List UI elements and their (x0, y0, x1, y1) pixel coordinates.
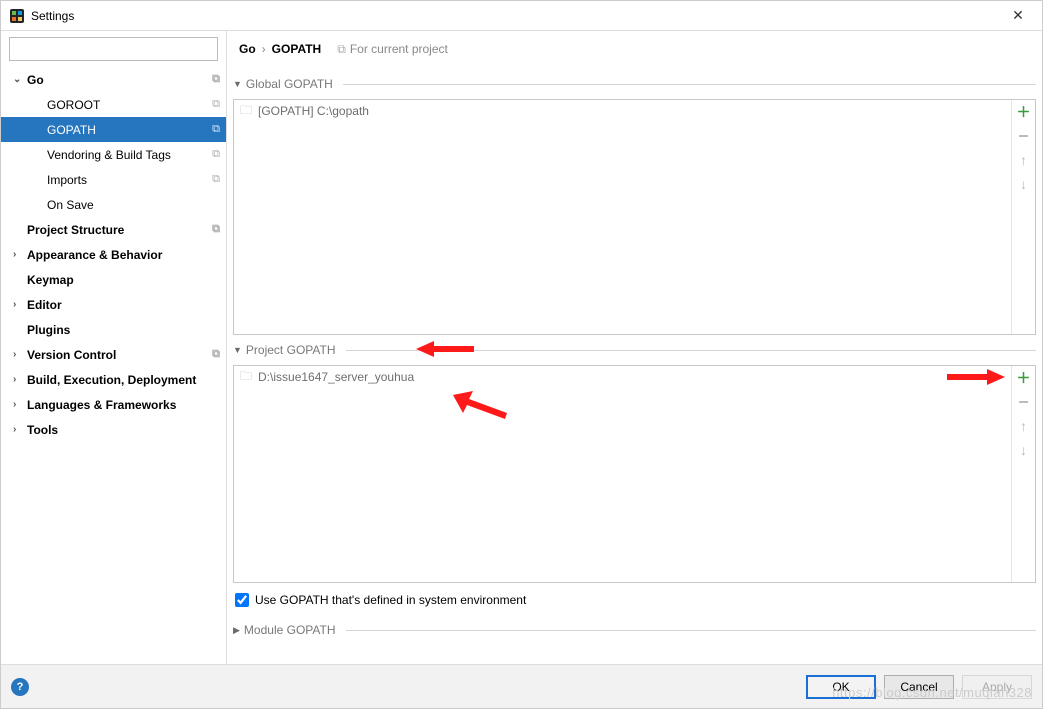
chevron-right-icon: › (13, 374, 25, 385)
copy-icon: ⧉ (212, 148, 220, 161)
window-title: Settings (31, 9, 1002, 23)
tree-item-editor[interactable]: ›Editor (1, 292, 226, 317)
chevron-right-icon: › (13, 249, 25, 260)
section-title: Project GOPATH (246, 343, 336, 357)
tree-label: Vendoring & Build Tags (47, 148, 171, 162)
use-env-gopath-checkbox[interactable] (235, 593, 249, 607)
path-entry[interactable]: 🗀 D:\issue1647_server_youhua (234, 366, 1011, 388)
tree-item-tools[interactable]: ›Tools (1, 417, 226, 442)
chevron-right-icon: › (13, 399, 25, 410)
cancel-button[interactable]: Cancel (884, 675, 954, 699)
scope-label: ⧉ For current project (337, 42, 448, 57)
breadcrumb-seg: Go (239, 42, 256, 56)
path-entry[interactable]: 🗀 [GOPATH] C:\gopath (234, 100, 1011, 122)
close-button[interactable]: ✕ (1002, 7, 1034, 24)
settings-sidebar: 🔍 ⌄Go⧉ GOROOT⧉ GOPATH⧉ Vendoring & Build… (1, 31, 227, 664)
chevron-right-icon: › (13, 424, 25, 435)
tree-item-imports[interactable]: Imports ⧉ (1, 167, 226, 192)
tree-label: Editor (27, 298, 62, 312)
tree-label: Keymap (27, 273, 74, 287)
copy-icon: ⧉ (212, 223, 220, 236)
move-up-button[interactable]: ↑ (1012, 148, 1036, 172)
tree-item-keymap[interactable]: Keymap (1, 267, 226, 292)
tree-label: Appearance & Behavior (27, 248, 162, 262)
path-text: D:\issue1647_server_youhua (258, 370, 414, 384)
path-text: [GOPATH] C:\gopath (258, 104, 369, 118)
folder-icon: 🗀 (240, 101, 252, 122)
add-button[interactable]: ＋ (1012, 100, 1036, 124)
tree-item-project-structure[interactable]: Project Structure ⧉ (1, 217, 226, 242)
use-env-gopath-row[interactable]: Use GOPATH that's defined in system envi… (233, 585, 1036, 615)
settings-tree: ⌄Go ⧉ GOROOT ⧉ GOPATH ⧉ Vendoring & Build T… (1, 67, 226, 664)
triangle-right-icon: ▶ (233, 625, 240, 636)
tree-label: Build, Execution, Deployment (27, 373, 196, 387)
tree-item-appearance[interactable]: ›Appearance & Behavior (1, 242, 226, 267)
tree-item-build[interactable]: ›Build, Execution, Deployment (1, 367, 226, 392)
project-gopath-list: 🗀 D:\issue1647_server_youhua ＋ − ↑ ↓ (233, 365, 1036, 583)
tree-label: Version Control (27, 348, 116, 362)
copy-icon: ⧉ (337, 42, 346, 57)
global-gopath-list: 🗀 [GOPATH] C:\gopath ＋ − ↑ ↓ (233, 99, 1036, 335)
global-side-buttons: ＋ − ↑ ↓ (1011, 100, 1035, 334)
section-global-gopath[interactable]: ▼ Global GOPATH (233, 75, 1036, 93)
search-input[interactable] (9, 37, 218, 61)
tree-item-version-control[interactable]: ›Version Control ⧉ (1, 342, 226, 367)
section-title: Global GOPATH (246, 77, 333, 91)
triangle-down-icon: ▼ (233, 345, 242, 355)
remove-button[interactable]: − (1012, 124, 1036, 148)
tree-item-go[interactable]: ⌄Go ⧉ (1, 67, 226, 92)
tree-item-gopath[interactable]: GOPATH ⧉ (1, 117, 226, 142)
scope-text: For current project (350, 42, 448, 56)
divider (346, 630, 1036, 631)
checkbox-label: Use GOPATH that's defined in system envi… (255, 593, 526, 607)
tree-label: Go (27, 73, 44, 87)
dialog-footer: ? OK Cancel Apply (1, 664, 1042, 708)
copy-icon: ⧉ (212, 73, 220, 86)
move-down-button[interactable]: ↓ (1012, 172, 1036, 196)
tree-label: GOROOT (47, 98, 100, 112)
help-button[interactable]: ? (11, 678, 29, 696)
tree-label: Imports (47, 173, 87, 187)
move-up-button[interactable]: ↑ (1012, 414, 1036, 438)
breadcrumb-seg: GOPATH (272, 42, 322, 56)
add-button[interactable]: ＋ (1012, 366, 1036, 390)
tree-label: Languages & Frameworks (27, 398, 176, 412)
tree-label: On Save (47, 198, 94, 212)
triangle-down-icon: ▼ (233, 79, 242, 89)
move-down-button[interactable]: ↓ (1012, 438, 1036, 462)
tree-label: Project Structure (27, 223, 124, 237)
chevron-right-icon: › (13, 349, 25, 360)
folder-icon: 🗀 (240, 367, 252, 388)
project-side-buttons: ＋ − ↑ ↓ (1011, 366, 1035, 582)
app-icon (9, 8, 25, 24)
section-project-gopath[interactable]: ▼ Project GOPATH (233, 341, 1036, 359)
divider (346, 350, 1037, 351)
section-module-gopath[interactable]: ▶ Module GOPATH (233, 621, 1036, 639)
tree-item-onsave[interactable]: On Save (1, 192, 226, 217)
remove-button[interactable]: − (1012, 390, 1036, 414)
copy-icon: ⧉ (212, 173, 220, 186)
chevron-right-icon: › (13, 299, 25, 310)
apply-button: Apply (962, 675, 1032, 699)
tree-item-plugins[interactable]: Plugins (1, 317, 226, 342)
section-title: Module GOPATH (244, 623, 336, 637)
tree-label: GOPATH (47, 123, 96, 137)
tree-item-goroot[interactable]: GOROOT ⧉ (1, 92, 226, 117)
copy-icon: ⧉ (212, 98, 220, 111)
titlebar: Settings ✕ (1, 1, 1042, 31)
ok-button[interactable]: OK (806, 675, 876, 699)
chevron-down-icon: ⌄ (13, 74, 25, 85)
tree-label: Plugins (27, 323, 70, 337)
divider (343, 84, 1036, 85)
tree-label: Tools (27, 423, 58, 437)
main-panel: Go › GOPATH ⧉ For current project ▼ Glob… (227, 31, 1042, 664)
copy-icon: ⧉ (212, 123, 220, 136)
breadcrumb: Go › GOPATH ⧉ For current project (227, 31, 1042, 67)
copy-icon: ⧉ (212, 348, 220, 361)
tree-item-vendoring[interactable]: Vendoring & Build Tags ⧉ (1, 142, 226, 167)
chevron-right-icon: › (262, 42, 266, 56)
tree-item-languages[interactable]: ›Languages & Frameworks (1, 392, 226, 417)
